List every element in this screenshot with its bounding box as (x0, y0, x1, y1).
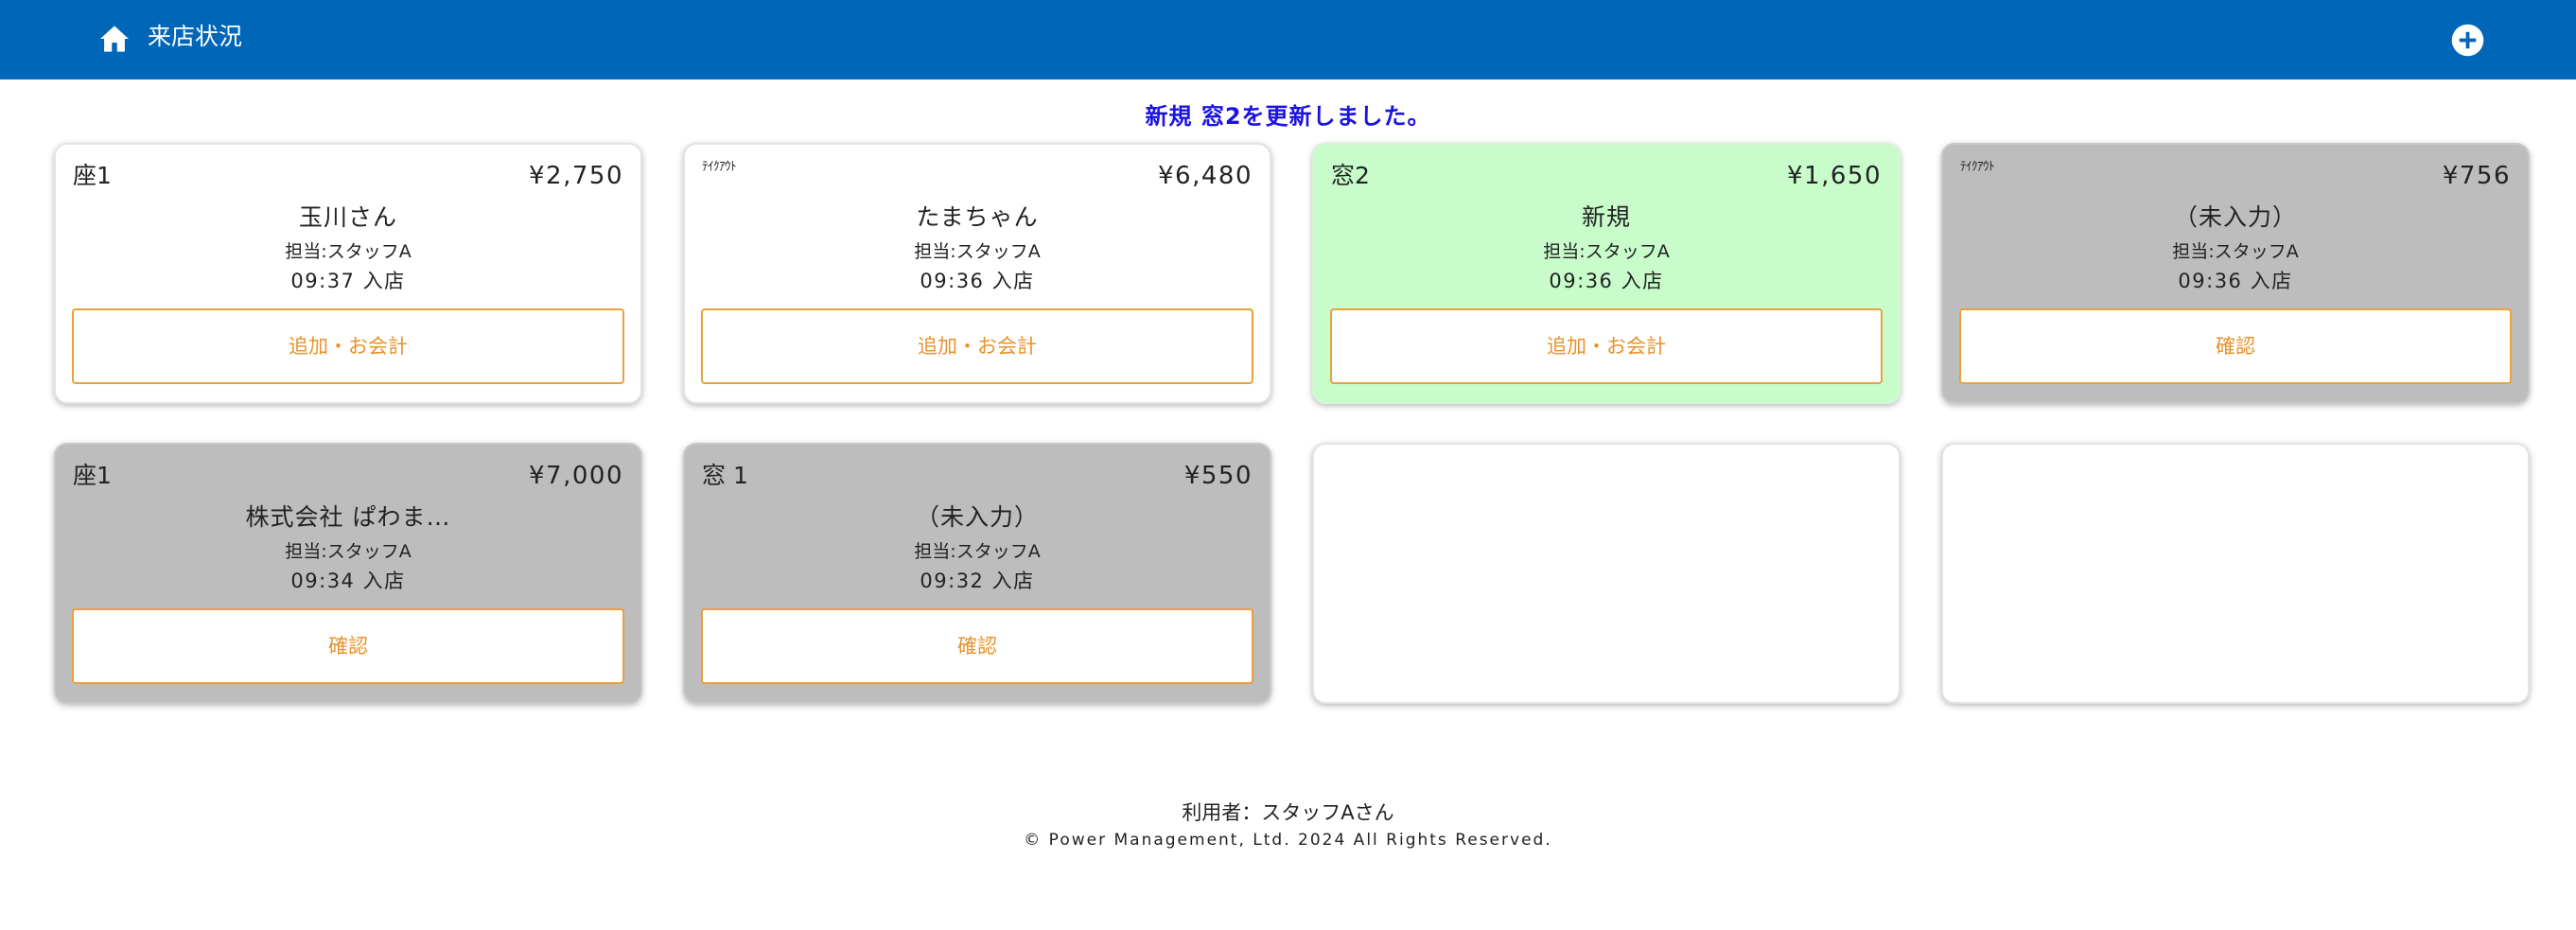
top-bar: 来店状況 (0, 0, 2576, 79)
customer-name: （未入力） (2173, 203, 2297, 231)
price-label: ¥7,000 (529, 462, 623, 490)
customer-name: たまちゃん (916, 203, 1039, 231)
seat-label: 窓2 (1331, 162, 1370, 189)
staff-label: 担当:スタッフA (285, 541, 412, 562)
confirm-button[interactable]: 確認 (701, 608, 1253, 684)
seat-label: 座1 (73, 462, 112, 489)
plus-circle-icon[interactable] (2451, 24, 2484, 57)
price-label: ¥6,480 (1158, 162, 1253, 190)
visit-card: 窓 1 ¥550 （未入力） 担当:スタッフA 09:32 入店 確認 (683, 443, 1271, 704)
staff-label: 担当:スタッフA (285, 241, 412, 262)
add-checkout-button[interactable]: 追加・お会計 (1330, 308, 1883, 384)
staff-label: 担当:スタッフA (2172, 241, 2299, 262)
copyright: © Power Management, Ltd. 2024 All Rights… (1024, 831, 1552, 850)
home-icon[interactable] (98, 25, 131, 53)
customer-name: 玉川さん (298, 203, 397, 231)
price-label: ¥2,750 (529, 162, 623, 190)
staff-label: 担当:スタッフA (914, 241, 1041, 262)
entry-time: 09:32 入店 (920, 570, 1035, 592)
entry-time: 09:34 入店 (290, 570, 406, 592)
entry-time: 09:36 入店 (920, 270, 1035, 292)
seat-label: 座1 (73, 162, 112, 189)
seat-label: 窓 1 (702, 462, 748, 489)
staff-label: 担当:スタッフA (914, 541, 1041, 562)
seat-label: ﾃｲｸｱｳﾄ (702, 160, 737, 174)
visit-card: ﾃｲｸｱｳﾄ ¥6,480 たまちゃん 担当:スタッフA 09:36 入店 追加… (683, 143, 1271, 404)
empty-card (1941, 443, 2530, 704)
price-label: ¥550 (1183, 462, 1253, 490)
visit-card: 座1 ¥2,750 玉川さん 担当:スタッフA 09:37 入店 追加・お会計 (54, 143, 642, 404)
entry-time: 09:36 入店 (2178, 270, 2293, 292)
staff-label: 担当:スタッフA (1543, 241, 1670, 262)
visit-card: 座1 ¥7,000 株式会社 ぱわま… 担当:スタッフA 09:34 入店 確認 (54, 443, 642, 704)
confirm-button[interactable]: 確認 (1959, 308, 2512, 384)
price-label: ¥756 (2442, 162, 2511, 190)
customer-name: （未入力） (915, 503, 1039, 531)
seat-label: ﾃｲｸｱｳﾄ (1960, 160, 1995, 174)
current-user: 利用者：スタッフAさん (1182, 801, 1394, 824)
page-title: 来店状況 (148, 23, 243, 50)
empty-card (1312, 443, 1901, 704)
visit-card: ﾃｲｸｱｳﾄ ¥756 （未入力） 担当:スタッフA 09:36 入店 確認 (1941, 143, 2530, 404)
visit-card: 窓2 ¥1,650 新規 担当:スタッフA 09:36 入店 追加・お会計 (1312, 143, 1901, 404)
customer-name: 株式会社 ぱわま… (245, 503, 451, 531)
entry-time: 09:36 入店 (1549, 270, 1664, 292)
customer-name: 新規 (1581, 203, 1631, 231)
update-notice: 新規 窓2を更新しました。 (1145, 103, 1431, 130)
confirm-button[interactable]: 確認 (72, 608, 624, 684)
add-checkout-button[interactable]: 追加・お会計 (72, 308, 624, 384)
add-checkout-button[interactable]: 追加・お会計 (701, 308, 1253, 384)
entry-time: 09:37 入店 (290, 270, 406, 292)
price-label: ¥1,650 (1787, 162, 1882, 190)
